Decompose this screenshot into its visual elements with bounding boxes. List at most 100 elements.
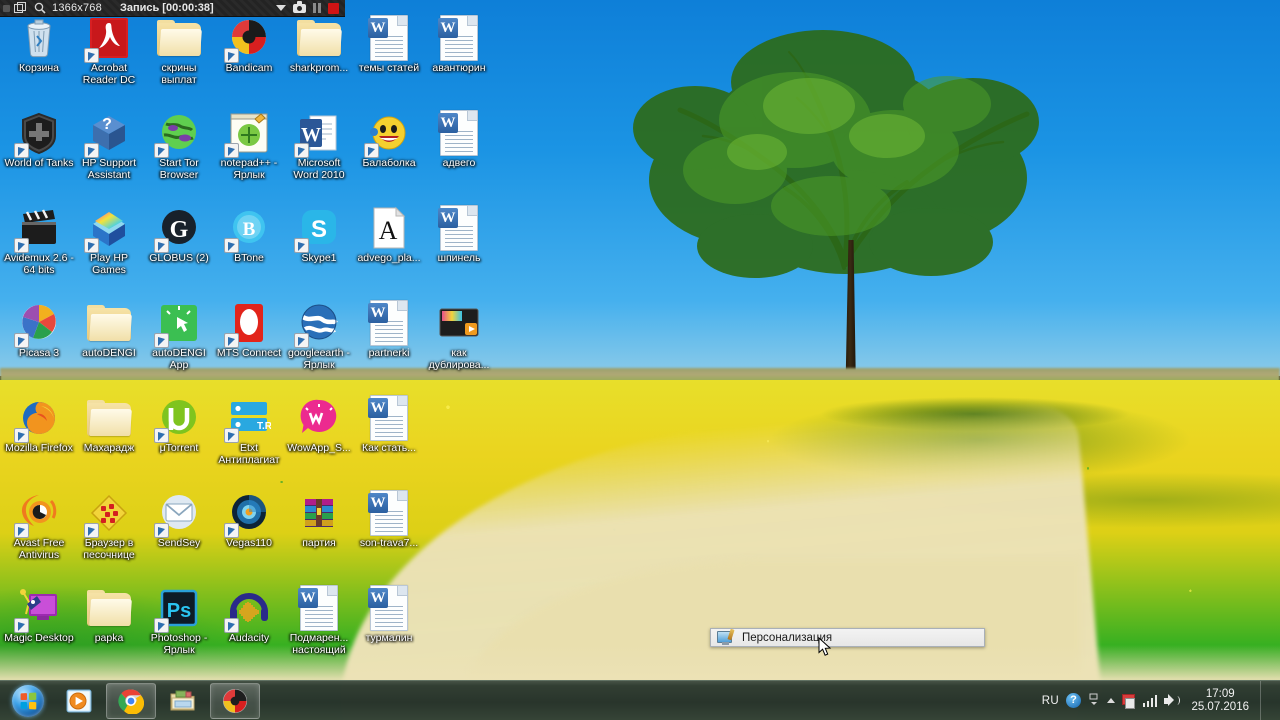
desktop-icon[interactable]: Acrobat Reader DC	[74, 14, 144, 86]
shortcut-arrow-icon	[14, 428, 29, 443]
desktop-icon[interactable]: Start Tor Browser	[144, 109, 214, 181]
utorrent-icon	[154, 394, 203, 443]
magnifier-icon[interactable]	[34, 2, 46, 14]
shortcut-arrow-icon	[154, 238, 169, 253]
action-center-flag-icon[interactable]	[1121, 693, 1136, 709]
desktop-icon[interactable]: Avast Free Antivirus	[4, 489, 74, 561]
desktop-icon[interactable]: Audacity	[214, 584, 284, 645]
chevron-up-icon[interactable]	[1106, 698, 1115, 703]
desktop-icon[interactable]: скрины выплат	[144, 14, 214, 86]
svg-text:T.RU: T.RU	[257, 421, 271, 432]
taskbar-item-bandicam[interactable]	[210, 682, 260, 719]
desktop-icon[interactable]: Корзина	[4, 14, 74, 75]
firefox-icon	[14, 394, 63, 443]
desktop-icon[interactable]: Avidemux 2.6 - 64 bits	[4, 204, 74, 276]
start-button[interactable]	[4, 683, 52, 719]
notepadpp-icon	[224, 109, 273, 158]
shortcut-arrow-icon	[154, 523, 169, 538]
picasa-icon	[14, 299, 63, 348]
desktop-icon[interactable]: sharkprom...	[284, 14, 354, 75]
recorder-resolution: 1366x768	[52, 2, 102, 14]
desktop-icon[interactable]: Wтемы статей	[354, 14, 424, 75]
dropdown-arrow-icon[interactable]	[276, 5, 286, 11]
desktop-icon[interactable]: Wpartnerki	[354, 299, 424, 360]
desktop-icon[interactable]: W Как стать...	[354, 394, 424, 455]
taskbar[interactable]: RU ? 17:09 25.07.2016	[0, 680, 1280, 720]
stop-record-icon[interactable]	[328, 2, 339, 14]
desktop-icon[interactable]: партия	[284, 489, 354, 550]
shortcut-arrow-icon	[224, 428, 239, 443]
desktop-icon-label: Mozilla Firefox	[5, 442, 73, 454]
desktop-icon[interactable]: Wшпинель	[424, 204, 494, 265]
system-tray[interactable]: RU ? 17:09 25.07.2016	[1042, 680, 1280, 720]
shortcut-arrow-icon	[14, 238, 29, 253]
taskbar-item-windows-media-player[interactable]	[54, 683, 104, 719]
desktop-icon[interactable]: WowApp_S...	[284, 394, 354, 455]
desktop-icon[interactable]: Балаболка	[354, 109, 424, 170]
desktop-icon[interactable]: как дублирова...	[424, 299, 494, 371]
desktop-icon[interactable]: SendSey	[144, 489, 214, 550]
desktop-icon[interactable]: Picasa 3	[4, 299, 74, 360]
desktop-icon[interactable]: World of Tanks	[4, 109, 74, 170]
context-menu[interactable]: Персонализация	[710, 628, 985, 647]
network-signal-icon[interactable]	[1142, 694, 1158, 707]
desktop-icon[interactable]: Play HP Games	[74, 204, 144, 276]
help-icon[interactable]: ?	[1065, 693, 1081, 708]
desktop-icon[interactable]: W Microsoft Word 2010	[284, 109, 354, 181]
desktop-icon[interactable]: W Подмарен... настоящий	[284, 584, 354, 656]
desktop-icon[interactable]: googleearth - Ярлык	[284, 299, 354, 371]
desktop-icon[interactable]: T.RU Etxt Антиплагиат	[214, 394, 284, 466]
desktop-icon[interactable]: ? HP Support Assistant	[74, 109, 144, 181]
taskbar-item-google-chrome[interactable]	[106, 682, 156, 719]
desktop-icon[interactable]: B BTone	[214, 204, 284, 265]
desktop-icon-label: Балаболка	[362, 157, 416, 169]
shortcut-arrow-icon	[84, 523, 99, 538]
pause-icon[interactable]	[313, 3, 321, 13]
desktop-icon[interactable]: Mozilla Firefox	[4, 394, 74, 455]
desktop-icon[interactable]: μTorrent	[144, 394, 214, 455]
desktop-icon[interactable]: Bandicam	[214, 14, 284, 75]
desktop-icon[interactable]: Wтурмалин	[354, 584, 424, 645]
show-hidden-icons-chevron[interactable]	[1088, 693, 1100, 709]
bandicam-recorder-toolbar[interactable]: 1366x768 Запись [00:00:38]	[0, 0, 345, 17]
desktop-icon-label: googleearth - Ярлык	[288, 347, 350, 371]
show-desktop-button[interactable]	[1260, 680, 1272, 720]
shortcut-arrow-icon	[224, 238, 239, 253]
desktop-icon-label: autoDENGI App	[152, 347, 206, 371]
desktop-icon[interactable]: notepad++ - Ярлык	[214, 109, 284, 181]
volume-icon[interactable]	[1164, 694, 1181, 707]
desktop-icon[interactable]: papka	[74, 584, 144, 645]
taskbar-item-windows-explorer[interactable]	[158, 683, 208, 719]
video-icon	[435, 299, 483, 347]
desktop-icon[interactable]: Браузер в песочнице	[74, 489, 144, 561]
shortcut-arrow-icon	[154, 143, 169, 158]
desktop-icon[interactable]: Aadvego_pla...	[354, 204, 424, 265]
camera-icon[interactable]	[293, 0, 306, 13]
desktop-icon[interactable]: autoDENGI	[74, 299, 144, 360]
desktop-icon[interactable]: Ps Photoshop - Ярлык	[144, 584, 214, 656]
desktop-icon[interactable]: autoDENGI App	[144, 299, 214, 371]
shortcut-arrow-icon	[294, 333, 309, 348]
shortcut-arrow-icon	[84, 143, 99, 158]
desktop-icon-label: HP Support Assistant	[81, 157, 137, 181]
desktop-icon-label: MTS Connect	[216, 347, 282, 359]
desktop-icon[interactable]: Wадвего	[424, 109, 494, 170]
desktop-icon[interactable]: G GLOBUS (2)	[144, 204, 214, 265]
folder-icon	[85, 394, 133, 442]
desktop-icon[interactable]: Vegas110	[214, 489, 284, 550]
desktop-icon[interactable]: MTS Connect	[214, 299, 284, 360]
desktop-icon[interactable]: S Skype1	[284, 204, 354, 265]
clock-date: 25.07.2016	[1191, 700, 1249, 713]
folder-icon	[85, 299, 133, 347]
desktop-icon-label: Как стать...	[361, 442, 417, 454]
shortcut-arrow-icon	[224, 333, 239, 348]
word-doc-icon: W	[365, 489, 413, 537]
desktop-icon-label: Браузер в песочнице	[83, 537, 135, 561]
tray-language-indicator[interactable]: RU	[1042, 695, 1059, 707]
desktop-icon[interactable]: Wson-trava7...	[354, 489, 424, 550]
window-select-icon[interactable]	[14, 2, 26, 14]
clock[interactable]: 17:09 25.07.2016	[1191, 688, 1249, 714]
desktop-icon[interactable]: Wавантюрин	[424, 14, 494, 75]
desktop-icon[interactable]: Magic Desktop	[4, 584, 74, 645]
desktop-icon[interactable]: Махарадж	[74, 394, 144, 455]
